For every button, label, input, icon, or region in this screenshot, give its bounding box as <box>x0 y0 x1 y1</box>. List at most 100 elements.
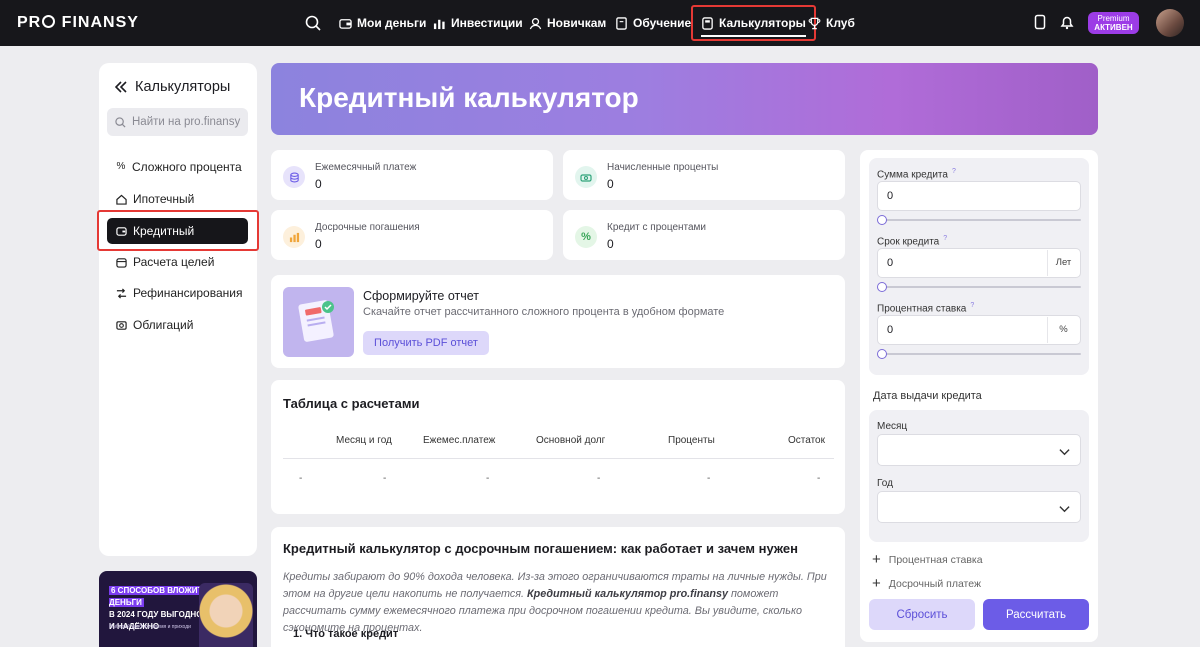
coins-icon <box>283 166 305 188</box>
loan-term-input[interactable]: 0 Лет <box>877 248 1081 278</box>
slider-track <box>880 286 1081 288</box>
month-label: Месяц <box>877 421 908 432</box>
stat-card-monthly-payment: Ежемесячный платеж 0 <box>271 150 553 200</box>
help-icon[interactable]: ? <box>970 302 974 309</box>
sidebar-item-label: Ипотечный <box>133 192 195 206</box>
stat-card-early-repayments: Досрочные погашения 0 <box>271 210 553 260</box>
table-header: Основной долг <box>536 435 606 446</box>
premium-badge[interactable]: Premium АКТИВЕН <box>1088 12 1139 34</box>
bell-icon[interactable] <box>1059 14 1075 30</box>
stat-label: Досрочные погашения <box>315 222 420 233</box>
table-title: Таблица с расчетами <box>283 396 420 411</box>
calculator-form: Сумма кредита? 0 Срок кредита? 0 Лет Проц… <box>860 150 1098 642</box>
article-title: Кредитный калькулятор с досрочным погаше… <box>283 541 799 556</box>
report-description: Скачайте отчет рассчитанного сложного пр… <box>363 306 725 318</box>
nav-label: Клуб <box>826 16 855 30</box>
table-cell: - <box>299 473 303 484</box>
loan-amount-slider[interactable] <box>877 215 1081 225</box>
money-icon <box>575 166 597 188</box>
hero-banner: Кредитный калькулятор <box>271 63 1098 135</box>
sidebar-item-mortgage[interactable]: Ипотечный <box>107 186 248 212</box>
plus-icon: + <box>872 551 881 568</box>
amount-label-text: Сумма кредита <box>877 169 948 181</box>
bars-icon <box>283 226 305 248</box>
table-header: Проценты <box>668 435 715 446</box>
slider-handle[interactable] <box>877 349 887 359</box>
add-payment-label: Досрочный платеж <box>888 577 981 590</box>
stat-value: 0 <box>315 177 322 191</box>
avatar[interactable] <box>1156 9 1184 37</box>
sidebar-item-label: Рефинансирования <box>133 286 243 300</box>
get-pdf-report-button[interactable]: Получить PDF отчет <box>363 331 489 355</box>
plus-icon: + <box>872 575 881 592</box>
table-header: Остаток <box>788 435 825 446</box>
calculate-button[interactable]: Рассчитать <box>983 599 1089 630</box>
slider-track <box>880 219 1081 221</box>
issue-date-label: Дата выдачи кредита <box>873 390 982 402</box>
percent-icon: % <box>116 161 126 172</box>
sidebar-item-label: Облигаций <box>133 318 194 332</box>
help-icon[interactable]: ? <box>943 235 947 242</box>
report-card: Сформируйте отчет Скачайте отчет рассчит… <box>271 275 845 368</box>
slider-handle[interactable] <box>877 215 887 225</box>
chevron-down-icon <box>1059 449 1070 456</box>
year-select[interactable] <box>877 491 1081 523</box>
bookmark-icon[interactable] <box>1032 14 1048 30</box>
table-cell: - <box>707 473 711 484</box>
rate-label-text: Процентная ставка <box>877 303 967 315</box>
add-interest-rate-button[interactable]: + Процентная ставка <box>872 551 983 568</box>
month-select[interactable] <box>877 434 1081 466</box>
sidebar-search-input[interactable]: Найти на pro.finansy <box>107 108 248 136</box>
table-header: Ежемес.платеж <box>423 435 496 446</box>
interest-rate-value: 0 <box>887 324 894 336</box>
house-icon <box>116 194 127 205</box>
loan-term-slider[interactable] <box>877 282 1081 292</box>
chevron-down-icon <box>1059 506 1070 513</box>
table-header: Месяц и год <box>336 435 392 446</box>
page-title: Кредитный калькулятор <box>299 82 639 113</box>
promo-subtitle: Выберай удобное время и приходи <box>109 624 191 630</box>
add-early-payment-button[interactable]: + Досрочный платеж <box>872 575 981 592</box>
nav-label: Мои деньги <box>357 16 427 30</box>
sidebar: Калькуляторы Найти на pro.finansy % Слож… <box>99 63 257 556</box>
search-icon[interactable] <box>305 15 321 31</box>
reset-button[interactable]: Сбросить <box>869 599 975 630</box>
promo-banner[interactable]: 6 СПОСОБОВ ВЛОЖИТЬ ДЕНЬГИ В 2024 ГОДУ ВЫ… <box>99 571 257 647</box>
site-logo[interactable]: PR FINANSY <box>17 14 139 32</box>
table-cell: - <box>817 473 821 484</box>
interest-rate-slider[interactable] <box>877 349 1081 359</box>
slider-handle[interactable] <box>877 282 887 292</box>
article-paragraph: Кредиты забирают до 90% дохода человека.… <box>283 569 838 637</box>
slider-track <box>880 353 1081 355</box>
sidebar-item-bonds[interactable]: Облигаций <box>107 312 248 338</box>
stat-label: Кредит с процентами <box>607 222 707 233</box>
help-icon[interactable]: ? <box>952 168 956 175</box>
nav-my-money[interactable]: Мои деньги <box>339 0 426 46</box>
nav-learning[interactable]: Обучение <box>615 0 691 46</box>
nav-label: Инвестиции <box>451 16 523 30</box>
sidebar-item-refinancing[interactable]: Рефинансирования <box>107 280 248 306</box>
issue-date-group: Месяц Год <box>869 410 1089 542</box>
stat-value: 0 <box>607 177 614 191</box>
nav-club[interactable]: Клуб <box>808 0 855 46</box>
sidebar-item-goals[interactable]: Расчета целей <box>107 249 248 275</box>
nav-investments[interactable]: Инвестиции <box>433 0 523 46</box>
premium-label: Premium <box>1097 14 1130 23</box>
sidebar-title: Калькуляторы <box>135 79 231 95</box>
nav-label: Калькуляторы <box>719 16 806 30</box>
interest-rate-input[interactable]: 0% <box>877 315 1081 345</box>
calendar-icon <box>116 257 127 268</box>
year-label: Год <box>877 478 893 489</box>
sidebar-item-label: Сложного процента <box>132 160 242 174</box>
nav-newcomers[interactable]: Новичкам <box>529 0 606 46</box>
rate-label: Процентная ставка? <box>877 302 974 314</box>
loan-amount-input[interactable]: 0 <box>877 181 1081 211</box>
table-cell: - <box>597 473 601 484</box>
wallet-icon <box>339 18 352 29</box>
trophy-icon <box>808 17 821 29</box>
nav-calculators[interactable]: Калькуляторы <box>691 5 816 41</box>
sidebar-item-compound[interactable]: % Сложного процента <box>107 154 248 180</box>
sidebar-header[interactable]: Калькуляторы <box>115 79 230 95</box>
stat-label: Ежемесячный платеж <box>315 162 417 173</box>
loan-params-group: Сумма кредита? 0 Срок кредита? 0 Лет Проц… <box>869 158 1089 375</box>
